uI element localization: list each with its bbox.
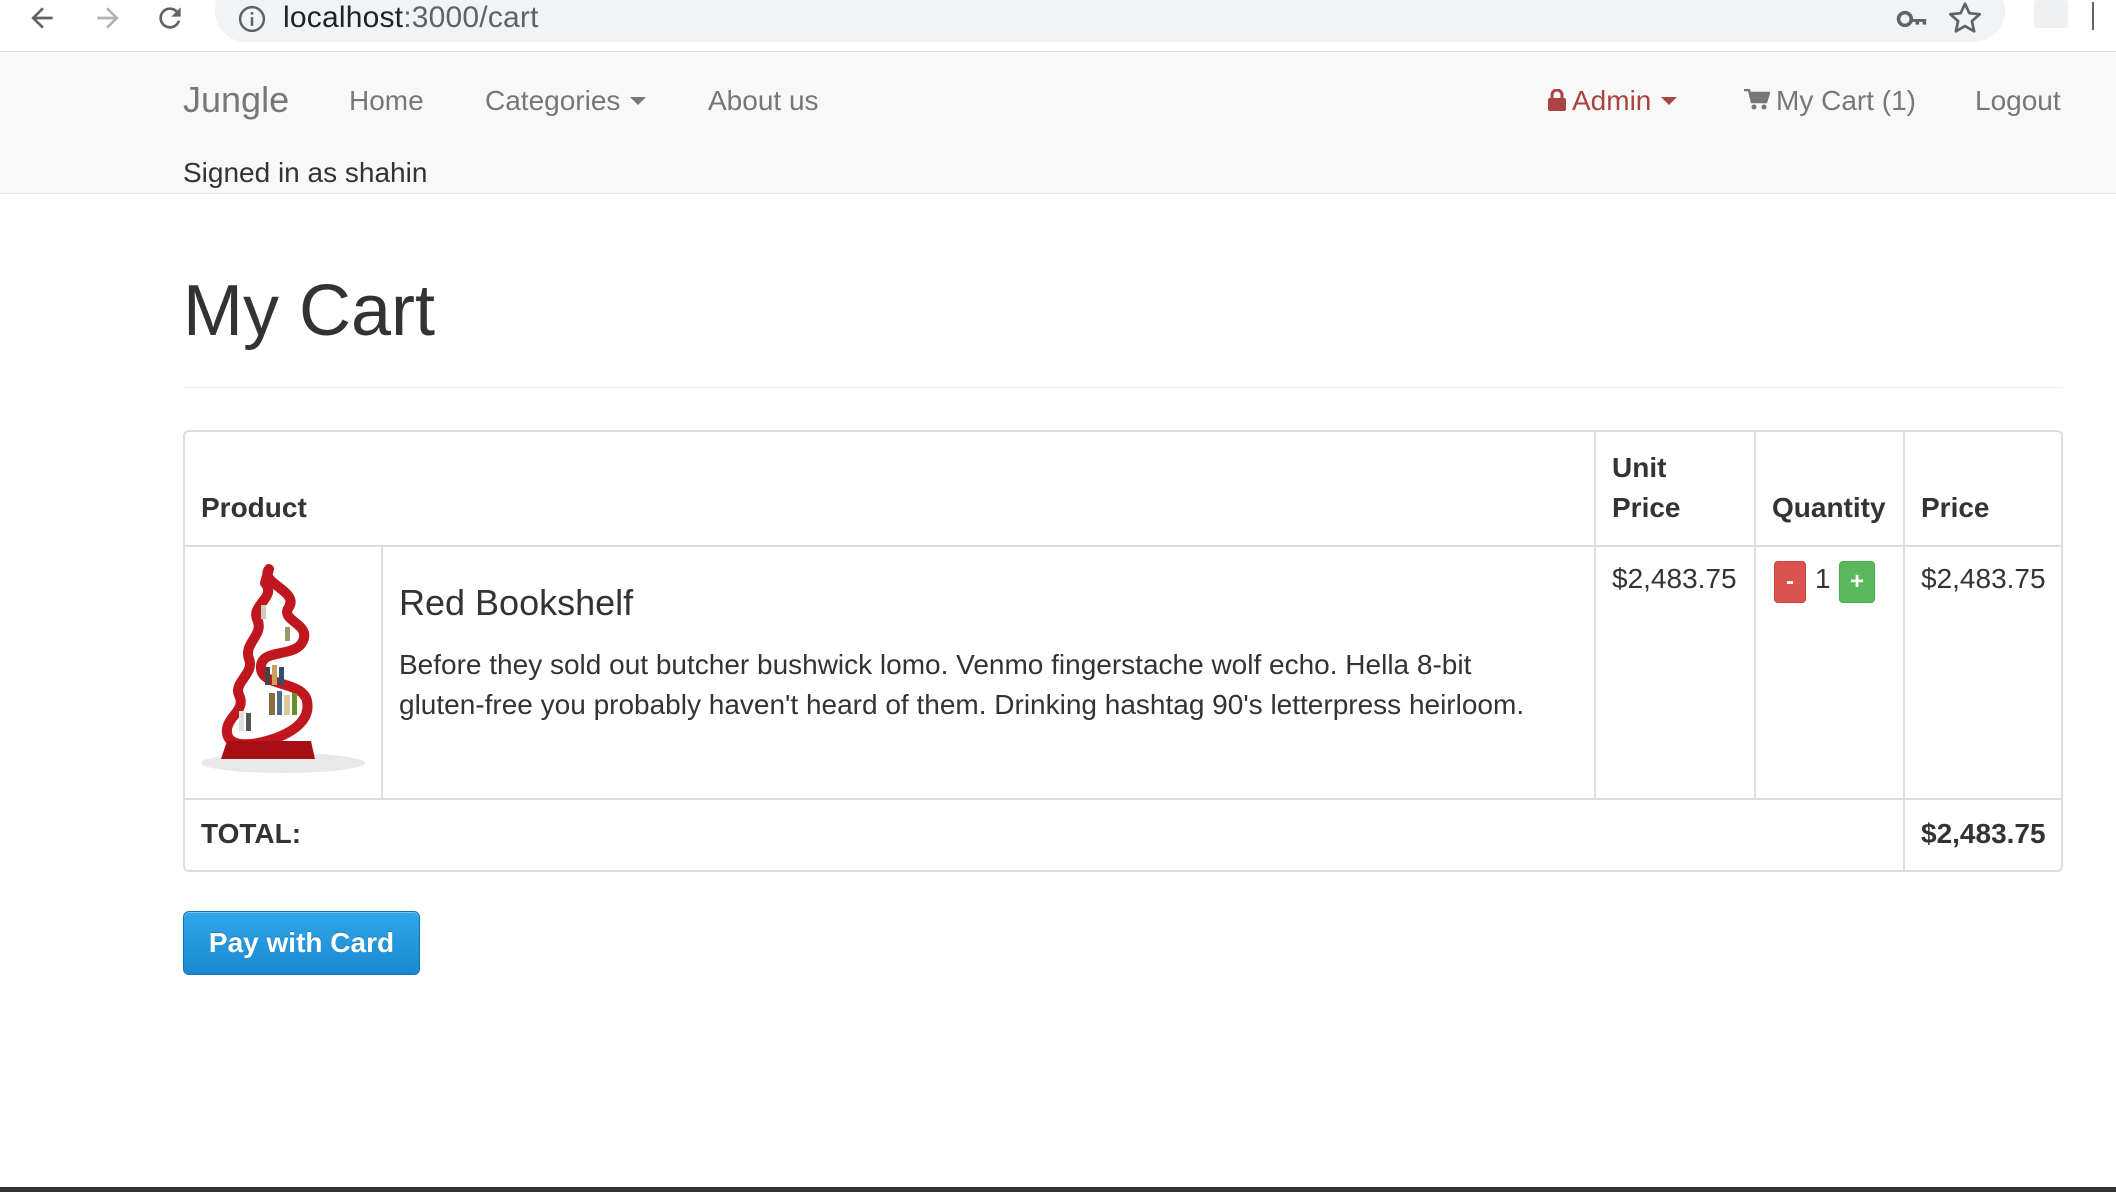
brand-link[interactable]: Jungle — [183, 79, 289, 121]
chevron-down-icon — [1661, 96, 1678, 105]
quantity-value: 1 — [1815, 563, 1831, 594]
header-unit-price-line2: Price — [1612, 492, 1681, 523]
table-row: Red Bookshelf Before they sold out butch… — [185, 547, 2061, 798]
nav-admin-label: Admin — [1572, 85, 1652, 116]
chevron-down-icon — [630, 96, 647, 105]
pay-with-card-button[interactable]: Pay with Card — [183, 911, 420, 975]
nav-about[interactable]: About us — [708, 85, 819, 117]
nav-categories-label: Categories — [485, 85, 621, 116]
header-quantity: Quantity — [1772, 492, 1886, 523]
signed-in-text: Signed in as shahin — [183, 157, 428, 188]
key-icon[interactable] — [1895, 2, 1929, 36]
header-unit-price-line1: Unit — [1612, 452, 1667, 483]
star-icon[interactable] — [1947, 0, 1983, 36]
site-navbar: Jungle Home Categories About us Admin My… — [0, 53, 2116, 194]
url-path: :3000/cart — [403, 1, 539, 34]
line-price: $2,483.75 — [1921, 563, 2046, 594]
header-price: Price — [1921, 492, 1990, 523]
info-icon[interactable] — [237, 4, 267, 34]
reload-icon — [159, 7, 181, 29]
window-bottom-edge — [0, 1187, 2116, 1192]
back-button[interactable] — [20, 0, 64, 36]
header-unit-price: Unit Price — [1612, 448, 1681, 528]
address-bar[interactable]: localhost:3000/cart — [215, 0, 2005, 42]
cart-icon — [1744, 88, 1770, 110]
extension-icon[interactable] — [2034, 0, 2068, 28]
total-label: TOTAL: — [201, 818, 302, 849]
product-description: Before they sold out butcher bushwick lo… — [399, 649, 1525, 720]
toolbar-divider — [2092, 2, 2094, 30]
lock-icon — [1548, 88, 1566, 111]
nav-home[interactable]: Home — [349, 85, 424, 117]
unit-price: $2,483.75 — [1612, 563, 1737, 594]
cart-table: Product Unit Price Quantity Price Red Bo… — [183, 430, 2063, 872]
header-product: Product — [201, 492, 307, 523]
url-host: localhost — [283, 1, 404, 34]
forward-button[interactable] — [86, 0, 130, 36]
title-divider — [183, 387, 2063, 388]
nav-cart-label: My Cart (1) — [1776, 85, 1916, 116]
nav-categories[interactable]: Categories — [485, 85, 647, 117]
total-value: $2,483.75 — [1921, 818, 2046, 849]
back-arrow-icon — [31, 7, 53, 29]
browser-toolbar: localhost:3000/cart — [0, 0, 2116, 52]
row-divider — [185, 798, 2061, 800]
nav-logout[interactable]: Logout — [1975, 85, 2061, 117]
reload-button[interactable] — [148, 0, 192, 36]
url-text: localhost:3000/cart — [283, 1, 539, 35]
nav-admin[interactable]: Admin — [1548, 85, 1678, 117]
nav-cart[interactable]: My Cart (1) — [1744, 85, 1916, 117]
decrease-quantity-button[interactable]: - — [1774, 561, 1806, 603]
forward-arrow-icon — [97, 7, 119, 29]
product-name[interactable]: Red Bookshelf — [399, 582, 633, 624]
increase-quantity-button[interactable]: + — [1839, 561, 1875, 603]
page-title: My Cart — [183, 271, 435, 351]
product-image — [201, 564, 365, 773]
